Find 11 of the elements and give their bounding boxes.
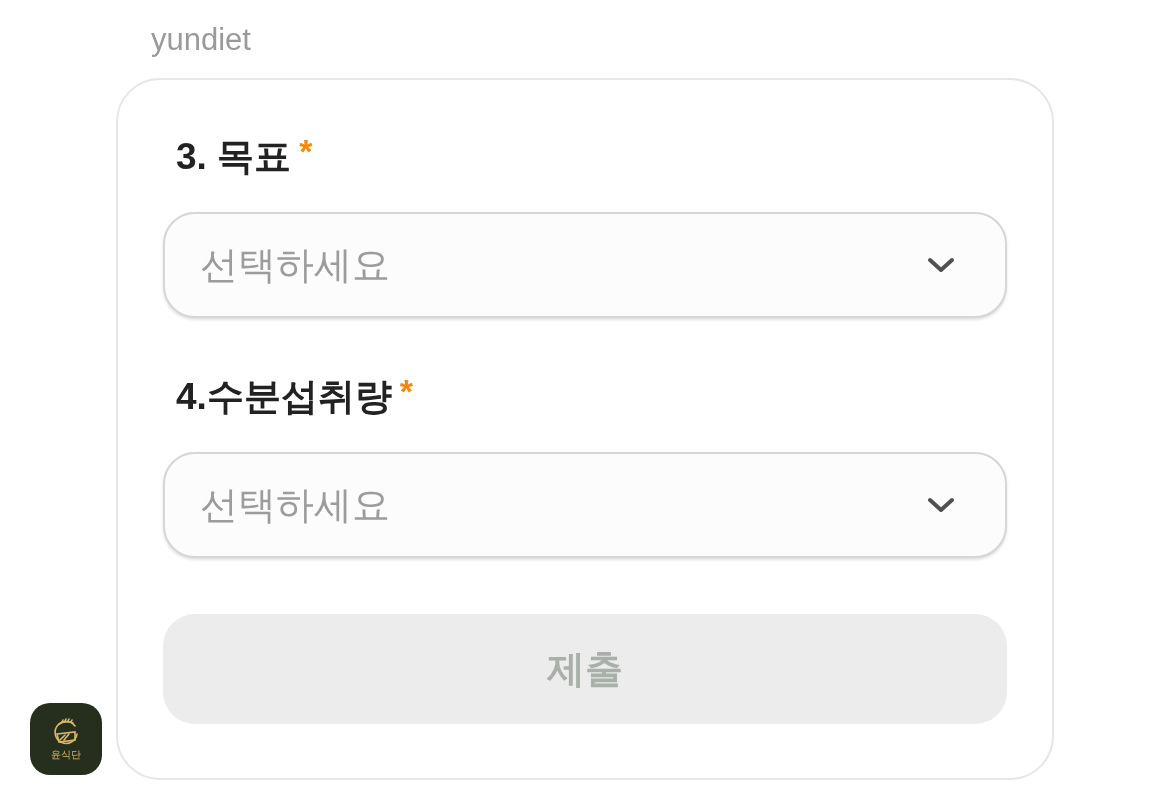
required-asterisk: * <box>399 374 414 408</box>
question-label: 4.수분섭취량 <box>176 375 392 419</box>
chevron-down-icon <box>927 497 955 513</box>
logo-text: 윤식단 <box>51 748 81 761</box>
chevron-down-icon <box>927 257 955 273</box>
select-field[interactable]: 선택하세요 <box>163 212 1007 318</box>
required-asterisk: * <box>299 134 313 168</box>
app-logo[interactable]: 윤식단 <box>30 703 102 775</box>
question-label: 3. 목표 <box>176 135 292 179</box>
brand-name: yundiet <box>151 21 251 59</box>
select-field[interactable]: 선택하세요 <box>163 452 1007 558</box>
